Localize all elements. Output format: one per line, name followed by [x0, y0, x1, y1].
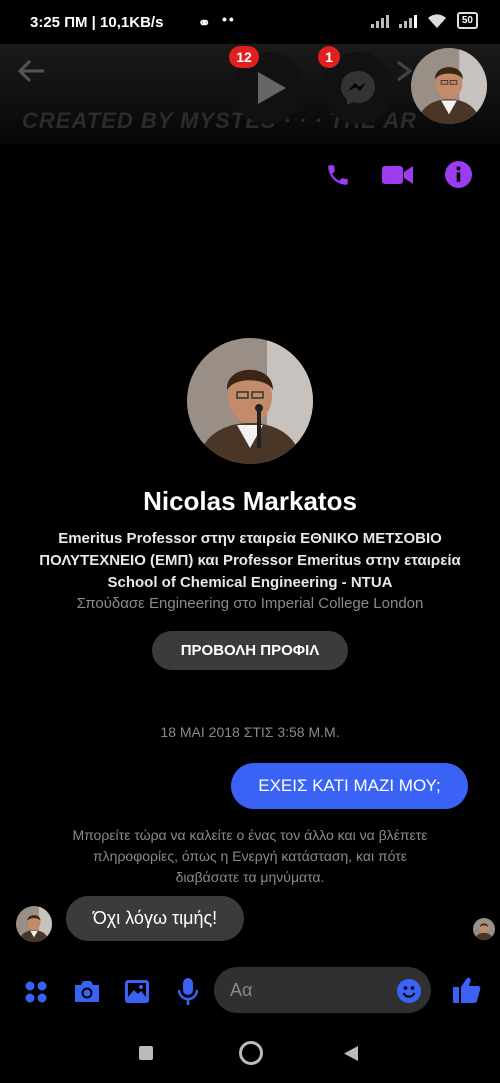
profile-photo	[187, 338, 313, 464]
seen-indicator-avatar	[473, 918, 495, 940]
status-bar: 3:25 ΠΜ | 10,1KB/s ⚭ •• 50	[0, 0, 500, 44]
signal-icon	[370, 14, 389, 28]
profile-photo-image	[187, 338, 313, 464]
recents-button[interactable]	[139, 1046, 153, 1060]
battery-icon: 50	[456, 12, 478, 29]
profile-education: Σπούδασε Engineering στο Imperial Colleg…	[76, 595, 424, 612]
signal-icon	[398, 14, 417, 28]
view-profile-button[interactable]: ΠΡΟΒΟΛΗ ΠΡΟΦΙΛ	[152, 631, 348, 670]
contact-chat-head[interactable]	[411, 48, 487, 124]
messenger-badge: 1	[318, 46, 340, 68]
back-arrow-icon[interactable]	[16, 58, 46, 84]
profile-name: Nicolas Markatos	[143, 486, 357, 516]
message-input-placeholder: Αα	[230, 980, 253, 1000]
info-notice: Μπορείτε τώρα να καλείτε ο ένας τον άλλο…	[72, 827, 428, 885]
messenger-icon	[341, 71, 375, 105]
contact-avatar-image	[411, 48, 487, 124]
message-timestamp: 18 ΜΑΙ 2018 ΣΤΙΣ 3:58 Μ.Μ.	[160, 724, 340, 740]
video-call-icon[interactable]	[382, 164, 414, 186]
sender-avatar[interactable]	[16, 906, 52, 942]
message-input[interactable]: Αα	[214, 967, 431, 1013]
status-time: 3:25 ΠΜ | 10,1KB/s	[30, 14, 164, 31]
phone-call-icon[interactable]	[325, 162, 351, 188]
headphones-icon: ⚭	[198, 15, 211, 32]
status-icons: 50	[370, 12, 478, 29]
sender-avatar-image	[16, 906, 52, 942]
wifi-icon	[427, 13, 446, 28]
home-button[interactable]	[239, 1041, 263, 1065]
received-message[interactable]: Όχι λόγω τιμής!	[66, 896, 244, 941]
play-icon	[258, 72, 286, 104]
more-actions-icon[interactable]	[24, 980, 48, 1004]
thumbs-up-icon[interactable]	[452, 976, 481, 1004]
system-nav-bar	[0, 1022, 500, 1083]
gallery-icon[interactable]	[124, 979, 150, 1004]
more-status-icon: ••	[222, 11, 236, 27]
microphone-icon[interactable]	[178, 977, 198, 1007]
seen-avatar-image	[473, 918, 495, 940]
profile-work: Emeritus Professor στην εταιρεία ΕΘΝΙΚΟ …	[39, 530, 461, 591]
emoji-icon[interactable]	[397, 979, 421, 1003]
sent-message[interactable]: ΕΧΕΙΣ ΚΑΤΙ ΜΑΖΙ ΜΟΥ;	[231, 763, 468, 809]
info-icon[interactable]	[445, 161, 472, 188]
back-button[interactable]	[343, 1045, 359, 1062]
camera-icon[interactable]	[73, 979, 101, 1004]
video-badge: 12	[229, 46, 259, 68]
